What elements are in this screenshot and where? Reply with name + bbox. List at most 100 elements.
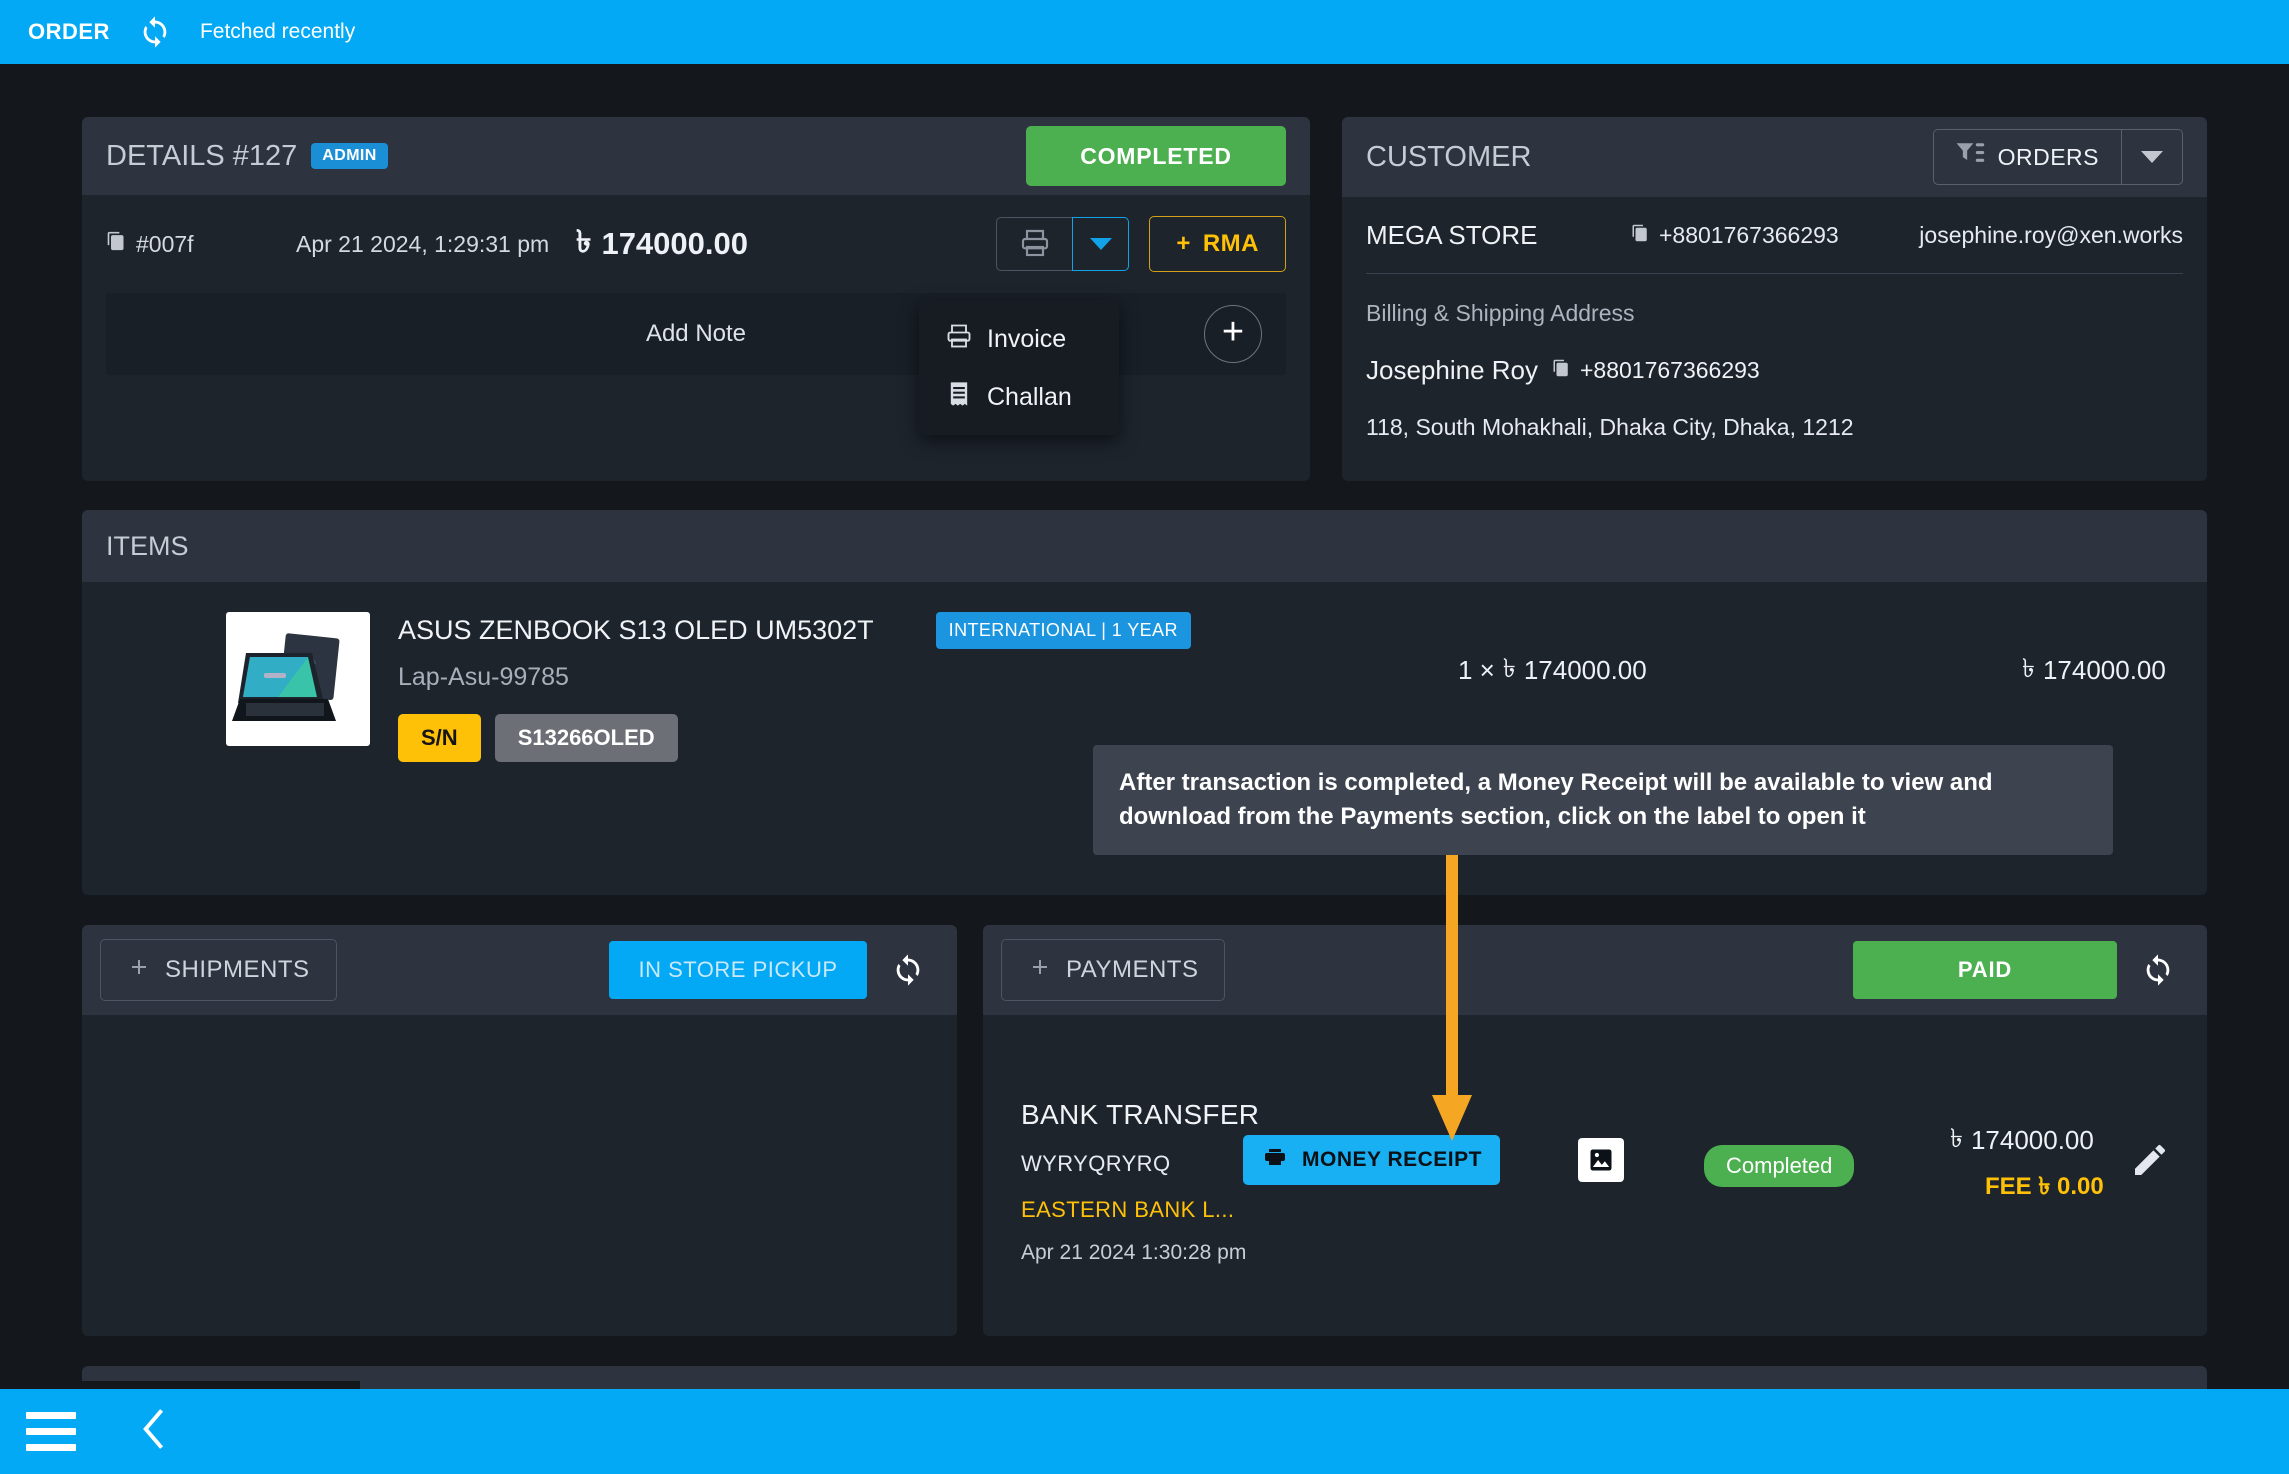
add-rma-button[interactable]: + RMA: [1149, 216, 1286, 272]
pencil-icon[interactable]: [2130, 1140, 2170, 1180]
orders-button-group: ORDERS: [1932, 129, 2183, 185]
hamburger-icon[interactable]: [26, 1412, 76, 1451]
items-card-header: ITEMS: [82, 510, 2207, 582]
customer-phone: +8801767366293: [1631, 222, 1919, 249]
payment-fee: FEE ৳ 0.00: [1985, 1173, 2104, 1200]
payment-row: BANK TRANSFER WYRYQRYRQ EASTERN BANK L..…: [1021, 1077, 1259, 1265]
in-store-pickup-button[interactable]: IN STORE PICKUP: [609, 941, 867, 999]
bottom-app-bar: [0, 1389, 2289, 1474]
copy-icon[interactable]: [1552, 357, 1570, 384]
payment-bank[interactable]: EASTERN BANK L...: [1021, 1197, 1259, 1223]
image-icon[interactable]: [1578, 1138, 1624, 1182]
refresh-icon[interactable]: [2135, 947, 2181, 993]
plus-icon: [127, 955, 151, 986]
print-button[interactable]: [996, 217, 1073, 271]
print-dropdown-toggle[interactable]: [1072, 217, 1130, 271]
item-name-row: ASUS ZENBOOK S13 OLED UM5302T INTERNATIO…: [398, 612, 1191, 649]
instruction-callout-text: After transaction is completed, a Money …: [1119, 768, 1993, 830]
product-thumbnail: [226, 612, 370, 746]
order-details-card: DETAILS #127 ADMIN COMPLETED #007f Apr 2…: [82, 117, 1310, 481]
order-amount-value: 174000.00: [601, 226, 748, 261]
item-line-total: ৳ 174000.00: [2022, 648, 2166, 692]
print-menu-item-challan[interactable]: Challan: [919, 368, 1119, 426]
customer-person-phone: +8801767366293: [1552, 357, 1760, 384]
payment-amount-value: 174000.00: [1970, 1124, 2094, 1155]
customer-phone-text: +8801767366293: [1659, 221, 1839, 248]
currency-symbol: ৳: [1950, 1123, 1963, 1153]
item-row: ASUS ZENBOOK S13 OLED UM5302T INTERNATIO…: [82, 582, 2207, 762]
details-summary-row: #007f Apr 21 2024, 1:29:31 pm ৳ 174000.0…: [106, 195, 1286, 293]
orders-dropdown-toggle[interactable]: [2121, 129, 2183, 185]
customer-card-header: CUSTOMER ORDERS: [1342, 117, 2207, 197]
order-amount: ৳ 174000.00: [576, 218, 996, 270]
print-dropdown-menu: Invoice Challan: [919, 300, 1119, 435]
customer-heading: CUSTOMER: [1366, 140, 1532, 173]
order-status-button[interactable]: COMPLETED: [1026, 126, 1286, 186]
print-menu-item-invoice[interactable]: Invoice: [919, 310, 1119, 368]
item-sku: Lap-Asu-99785: [398, 663, 569, 691]
bottom-gap: [0, 1381, 360, 1389]
customer-store-name: MEGA STORE: [1366, 219, 1538, 250]
payment-date: Apr 21 2024 1:30:28 pm: [1021, 1241, 1247, 1264]
payments-header-actions: PAID: [1853, 941, 2189, 999]
sync-icon[interactable]: [138, 15, 172, 49]
refresh-icon[interactable]: [885, 947, 931, 993]
customer-person: Josephine Roy +8801767366293: [1366, 327, 2183, 386]
chevron-down-icon: [1089, 238, 1112, 250]
currency-symbol: ৳: [576, 224, 592, 259]
instruction-callout: After transaction is completed, a Money …: [1093, 745, 2113, 855]
printer-icon: [1261, 1145, 1289, 1175]
top-app-bar: ORDER Fetched recently: [0, 0, 2289, 64]
plus-icon: [1028, 955, 1052, 986]
print-menu-label: Challan: [987, 382, 1072, 411]
payments-label: PAYMENTS: [1066, 956, 1199, 983]
add-shipment-button[interactable]: SHIPMENTS: [100, 939, 337, 1001]
print-menu-label: Invoice: [987, 324, 1067, 353]
customer-email[interactable]: josephine.roy@xen.works: [1919, 222, 2183, 249]
details-heading-text: DETAILS #127: [106, 139, 298, 172]
orders-button[interactable]: ORDERS: [1932, 129, 2121, 185]
currency-symbol: ৳: [1502, 653, 1516, 683]
customer-card-body: MEGA STORE +8801767366293 josephine.roy@…: [1342, 197, 2207, 441]
payment-reference: WYRYQRYRQ: [1021, 1151, 1171, 1176]
serial-label-tag: S/N: [398, 714, 481, 762]
sync-status-text: Fetched recently: [199, 20, 356, 43]
chevron-down-icon: [2141, 151, 2163, 163]
serial-value-tag[interactable]: S13266OLED: [494, 714, 678, 762]
customer-person-name: Josephine Roy: [1366, 355, 1538, 385]
details-card-body: #007f Apr 21 2024, 1:29:31 pm ৳ 174000.0…: [82, 195, 1310, 375]
page-title: ORDER: [28, 19, 110, 44]
customer-primary-row: MEGA STORE +8801767366293 josephine.roy@…: [1366, 197, 2183, 273]
payment-status-badge: Completed: [1704, 1145, 1855, 1187]
item-serial-tags: S/N S13266OLED: [398, 714, 1191, 762]
order-reference: #007f: [106, 230, 296, 258]
shipments-card: SHIPMENTS IN STORE PICKUP: [82, 925, 957, 1336]
item-info: ASUS ZENBOOK S13 OLED UM5302T INTERNATIO…: [398, 612, 1191, 762]
billing-shipping-label: Billing & Shipping Address: [1366, 300, 1635, 326]
customer-person-phone-text: +8801767366293: [1580, 357, 1760, 383]
admin-badge: ADMIN: [311, 143, 388, 169]
chevron-left-icon[interactable]: [138, 1407, 168, 1456]
customer-card: CUSTOMER ORDERS MEGA STORE +880176736629…: [1342, 117, 2207, 481]
details-heading: DETAILS #127 ADMIN: [106, 140, 388, 173]
customer-address: 118, South Mohakhali, Dhaka City, Dhaka,…: [1366, 414, 1854, 440]
item-total-price: 174000.00: [2042, 654, 2166, 685]
warranty-badge: INTERNATIONAL | 1 YEAR: [935, 612, 1191, 649]
item-quantity-price: 1 × ৳ 174000.00: [1458, 648, 1647, 692]
printer-icon: [1019, 227, 1051, 262]
copy-icon[interactable]: [1631, 222, 1649, 249]
plus-icon: +: [1176, 230, 1191, 257]
paid-status-button[interactable]: PAID: [1853, 941, 2117, 999]
shipments-header-actions: IN STORE PICKUP: [609, 941, 939, 999]
item-name[interactable]: ASUS ZENBOOK S13 OLED UM5302T: [398, 615, 874, 646]
add-note-button[interactable]: +: [1204, 305, 1262, 363]
copy-icon[interactable]: [106, 230, 126, 258]
add-payment-button[interactable]: PAYMENTS: [1001, 939, 1226, 1001]
item-qty-text: 1 ×: [1458, 654, 1495, 685]
filter-list-icon: [1956, 142, 1986, 172]
order-detail-page: ORDER Fetched recently DETAILS #127 ADMI…: [0, 0, 2289, 1474]
print-button-group: [996, 217, 1130, 271]
receipt-icon: [945, 380, 973, 415]
details-actions: + RMA: [996, 216, 1286, 272]
orders-label: ORDERS: [1997, 143, 2099, 170]
